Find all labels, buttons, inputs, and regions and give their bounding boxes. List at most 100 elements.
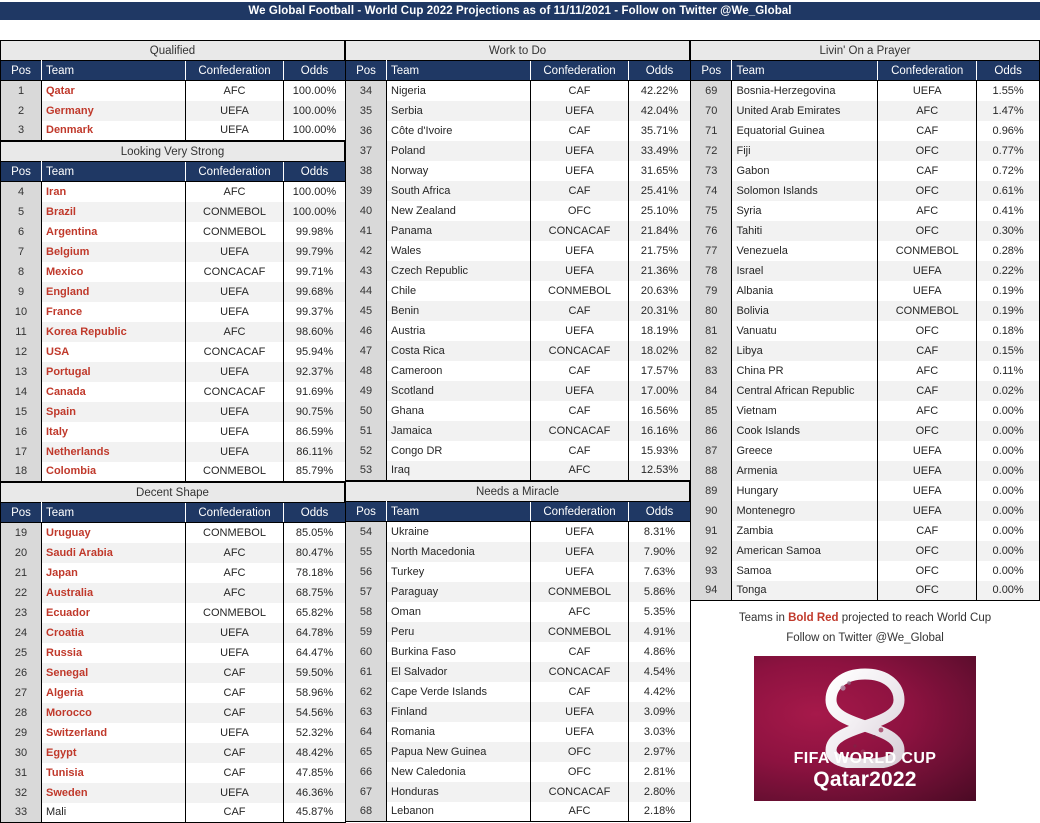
cell-team: New Caledonia: [386, 761, 531, 782]
cell-confederation: CAF: [185, 742, 284, 763]
cell-odds: 31.65%: [628, 160, 691, 181]
cell-pos: 37: [345, 140, 387, 161]
cell-odds: 0.61%: [976, 180, 1040, 201]
column-header-confederation[interactable]: Confederation: [185, 161, 284, 182]
cell-team: Samoa: [731, 560, 879, 581]
cell-team: Argentina: [41, 221, 186, 242]
cell-odds: 17.57%: [628, 360, 691, 381]
table-row: 22 Australia AFC 68.75%: [0, 582, 346, 603]
table-row: 3 Denmark UEFA 100.00%: [0, 120, 346, 141]
cell-pos: 82: [689, 340, 733, 361]
cell-odds: 4.91%: [628, 621, 691, 642]
cell-pos: 90: [689, 500, 733, 521]
cell-team: Ukraine: [386, 521, 531, 542]
cell-confederation: UEFA: [530, 541, 629, 562]
cell-pos: 13: [0, 361, 42, 382]
table-row: 61 El Salvador CONCACAF 4.54%: [345, 661, 691, 682]
logo-line-fifa: FIFA WORLD CUP: [793, 750, 937, 767]
cell-team: El Salvador: [386, 661, 531, 682]
column-header-team[interactable]: Team: [386, 60, 531, 81]
section-header-decent-shape: Decent Shape: [0, 482, 345, 502]
cell-odds: 80.47%: [283, 542, 346, 563]
cell-pos: 47: [345, 340, 387, 361]
section-looking-very-strong: Looking Very Strong Pos Team Confederation O…: [0, 141, 346, 482]
column-header-confederation[interactable]: Confederation: [877, 60, 977, 81]
cell-team: Montenegro: [731, 500, 879, 521]
cell-pos: 84: [689, 380, 733, 401]
cell-confederation: CAF: [877, 160, 978, 181]
cell-confederation: UEFA: [530, 320, 629, 341]
cell-odds: 2.97%: [628, 741, 691, 762]
cell-odds: 0.19%: [976, 300, 1040, 321]
cell-confederation: CONMEBOL: [185, 221, 284, 242]
column-header-pos[interactable]: Pos: [0, 161, 42, 182]
cell-pos: 78: [689, 260, 733, 281]
cell-pos: 68: [345, 801, 387, 822]
column-header-odds[interactable]: Odds: [283, 60, 346, 81]
cell-pos: 61: [345, 661, 387, 682]
table-row: 19 Uruguay CONMEBOL 85.05%: [0, 522, 346, 543]
column-header-odds[interactable]: Odds: [628, 60, 691, 81]
logo-wrap: FIFA WORLD CUP Qatar2022: [690, 648, 1040, 801]
legend-highlight: Bold Red: [788, 612, 839, 624]
cell-team: Congo DR: [386, 440, 531, 461]
legend-line: Teams in Bold Red projected to reach Wor…: [690, 608, 1040, 628]
column-header-team[interactable]: Team: [41, 502, 186, 523]
column-header-team[interactable]: Team: [386, 501, 531, 522]
cell-team: Peru: [386, 621, 531, 642]
cell-confederation: UEFA: [185, 642, 284, 663]
cell-pos: 89: [689, 480, 733, 501]
cell-team: Bolivia: [731, 300, 879, 321]
table-row: 25 Russia UEFA 64.47%: [0, 642, 346, 663]
cell-confederation: OFC: [877, 580, 978, 601]
table-row: 86 Cook Islands OFC 0.00%: [689, 420, 1040, 441]
cell-team: Iraq: [386, 460, 531, 481]
column-header-pos[interactable]: Pos: [689, 60, 733, 81]
cell-confederation: UEFA: [877, 280, 978, 301]
table-row: 18 Colombia CONMEBOL 85.79%: [0, 461, 346, 482]
column-header-odds[interactable]: Odds: [976, 60, 1040, 81]
column-header-odds[interactable]: Odds: [283, 161, 346, 182]
cell-team: Croatia: [41, 622, 186, 643]
column-header-confederation[interactable]: Confederation: [530, 501, 629, 522]
column-header-pos[interactable]: Pos: [345, 501, 387, 522]
column-header-team[interactable]: Team: [731, 60, 878, 81]
column-header-pos[interactable]: Pos: [0, 60, 42, 81]
table-row: 83 China PR AFC 0.11%: [689, 360, 1040, 381]
cell-confederation: CAF: [530, 400, 629, 421]
cell-confederation: CAF: [185, 702, 284, 723]
cell-confederation: CONMEBOL: [185, 522, 284, 543]
column-header-odds[interactable]: Odds: [628, 501, 691, 522]
column-header-odds[interactable]: Odds: [283, 502, 346, 523]
cell-confederation: AFC: [877, 400, 978, 421]
table-row: 65 Papua New Guinea OFC 2.97%: [345, 741, 691, 762]
cell-team: Costa Rica: [386, 340, 531, 361]
cell-odds: 8.31%: [628, 521, 691, 542]
column-header-confederation[interactable]: Confederation: [185, 60, 284, 81]
cell-team: Denmark: [41, 120, 186, 141]
cell-pos: 81: [689, 320, 733, 341]
column-header-pos[interactable]: Pos: [0, 502, 42, 523]
cell-pos: 38: [345, 160, 387, 181]
cell-pos: 25: [0, 642, 42, 663]
cell-team: Romania: [386, 721, 531, 742]
odds-table-decent-shape: Pos Team Confederation Odds 19 Uruguay CONMEBO…: [0, 502, 346, 823]
cell-team: Equatorial Guinea: [731, 120, 879, 141]
column-header-confederation[interactable]: Confederation: [530, 60, 629, 81]
table-row: 8 Mexico CONCACAF 99.71%: [0, 261, 346, 282]
cell-odds: 0.00%: [976, 560, 1040, 581]
cell-confederation: UEFA: [185, 241, 284, 262]
cell-odds: 12.53%: [628, 460, 691, 481]
cell-confederation: AFC: [185, 582, 284, 603]
cell-pos: 72: [689, 140, 733, 161]
cell-odds: 7.90%: [628, 541, 691, 562]
cell-pos: 77: [689, 240, 733, 261]
cell-confederation: CONCACAF: [185, 381, 284, 402]
column-header-pos[interactable]: Pos: [345, 60, 387, 81]
column-header-confederation[interactable]: Confederation: [185, 502, 284, 523]
column-header-team[interactable]: Team: [41, 60, 186, 81]
table-row: 49 Scotland UEFA 17.00%: [345, 380, 691, 401]
cell-team: England: [41, 281, 186, 302]
cell-team: Cameroon: [386, 360, 531, 381]
column-header-team[interactable]: Team: [41, 161, 186, 182]
